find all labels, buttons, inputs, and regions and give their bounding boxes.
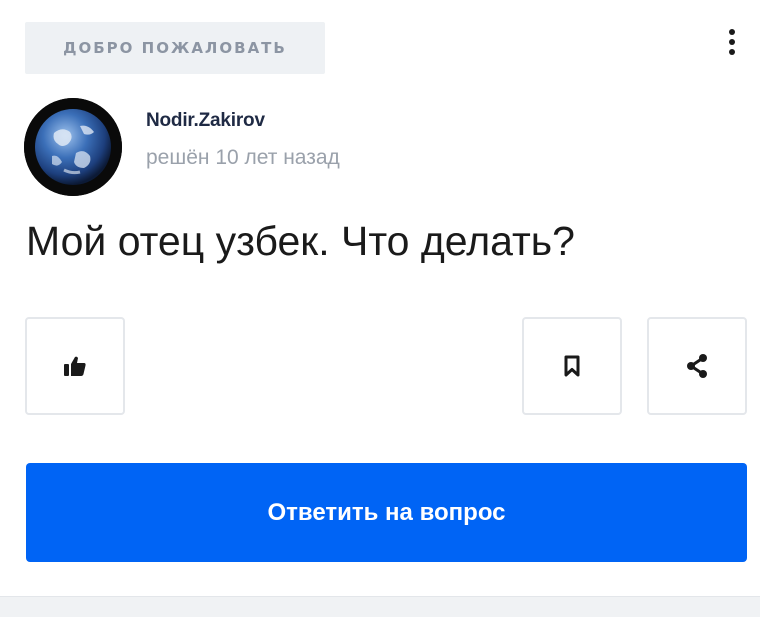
solved-meta: решён 10 лет назад bbox=[146, 146, 340, 169]
question-title: Мой отец узбек. Что делать? bbox=[26, 218, 575, 264]
bookmark-icon bbox=[564, 355, 580, 377]
avatar[interactable] bbox=[24, 98, 122, 196]
answer-button-label: Ответить на вопрос bbox=[267, 498, 506, 526]
like-button[interactable] bbox=[25, 317, 125, 415]
answer-question-button[interactable]: Ответить на вопрос bbox=[26, 463, 747, 562]
welcome-tag: ДОБРО ПОЖАЛОВАТЬ bbox=[25, 22, 325, 74]
bottom-divider bbox=[0, 596, 760, 617]
share-icon bbox=[687, 354, 707, 378]
menu-dot bbox=[729, 49, 735, 55]
kebab-menu-icon[interactable] bbox=[720, 24, 744, 60]
bookmark-button[interactable] bbox=[522, 317, 622, 415]
earth-avatar bbox=[24, 98, 122, 196]
thumbs-up-icon bbox=[64, 356, 86, 376]
menu-dot bbox=[729, 29, 735, 35]
share-button[interactable] bbox=[647, 317, 747, 415]
author-username[interactable]: Nodir.Zakirov bbox=[146, 110, 265, 132]
menu-dot bbox=[729, 39, 735, 45]
